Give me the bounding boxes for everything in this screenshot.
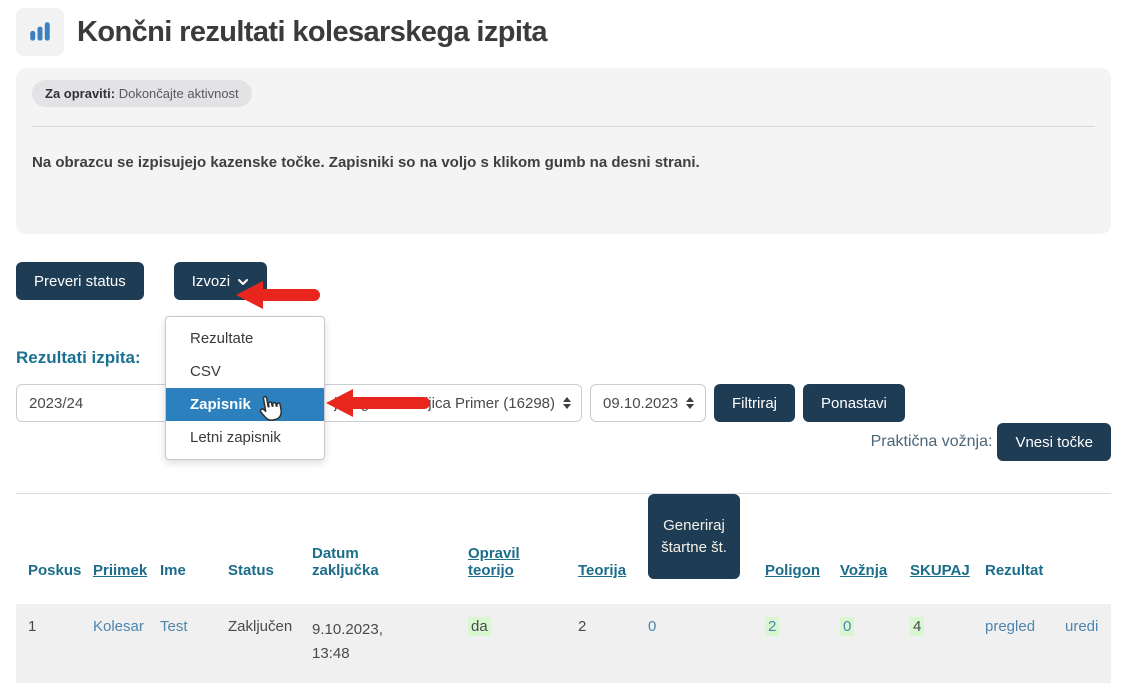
up-down-arrows-icon bbox=[686, 397, 694, 409]
cell-voznja-link[interactable]: 0 bbox=[840, 617, 854, 636]
cell-rezultat-link[interactable]: pregled bbox=[985, 618, 1035, 635]
col-header-datum-zakljucka: Datum zaključka bbox=[312, 545, 468, 589]
cell-skupaj: 4 bbox=[910, 604, 985, 635]
col-header-teorija[interactable]: Teorija bbox=[578, 562, 648, 589]
col-header-uredi bbox=[1065, 579, 1111, 589]
activity-description: Na obrazcu se izpisujejo kazenske točke.… bbox=[32, 154, 1095, 171]
col-header-voznja[interactable]: Vožnja bbox=[840, 562, 910, 589]
menu-item-rezultate[interactable]: Rezultate bbox=[166, 322, 324, 355]
col-header-poskus: Poskus bbox=[28, 562, 93, 589]
date-select[interactable]: 09.10.2023 bbox=[590, 384, 706, 422]
page-title: Končni rezultati kolesarskega izpita bbox=[77, 16, 547, 49]
export-dropdown-menu: Rezultate CSV Zapisnik Letni zapisnik bbox=[165, 316, 325, 460]
practical-driving-label: Praktična vožnja: bbox=[871, 433, 993, 451]
cell-poligon-link[interactable]: 2 bbox=[765, 617, 779, 636]
menu-item-letni-zapisnik[interactable]: Letni zapisnik bbox=[166, 421, 324, 454]
table-row: 1 Kolesar Test Zaključen 9.10.2023, 13:4… bbox=[16, 604, 1111, 683]
generate-start-numbers-button[interactable]: Generiraj štartne št. bbox=[648, 494, 740, 579]
menu-item-zapisnik[interactable]: Zapisnik bbox=[166, 388, 324, 421]
cell-startne-link[interactable]: 0 bbox=[648, 618, 656, 635]
cell-teorija: 2 bbox=[578, 604, 648, 635]
bar-chart-icon bbox=[16, 8, 64, 56]
filter-button[interactable]: Filtriraj bbox=[714, 384, 795, 422]
actions-row: Preveri status Izvozi bbox=[16, 262, 1111, 300]
cell-opravil-teorijo: da bbox=[468, 604, 578, 635]
col-header-ime: Ime bbox=[160, 562, 228, 589]
cell-poskus: 1 bbox=[28, 604, 93, 635]
cell-status: Zaključen bbox=[228, 604, 312, 635]
col-header-poligon[interactable]: Poligon bbox=[765, 562, 840, 589]
red-arrow-icon bbox=[326, 387, 434, 424]
check-status-button[interactable]: Preveri status bbox=[16, 262, 144, 300]
hand-cursor-icon bbox=[256, 394, 284, 429]
todo-badge: Za opraviti: Dokončajte aktivnost bbox=[32, 80, 252, 107]
cell-datum-zakljucka: 9.10.2023, 13:48 bbox=[312, 604, 468, 666]
page-header: Končni rezultati kolesarskega izpita bbox=[16, 8, 1111, 56]
menu-item-csv[interactable]: CSV bbox=[166, 355, 324, 388]
col-header-opravil-teorijo[interactable]: Opravil teorijo bbox=[468, 545, 578, 589]
red-arrow-icon bbox=[236, 279, 324, 316]
table-header-row: Poskus Priimek Ime Status Datum zaključk… bbox=[16, 494, 1111, 589]
reset-button[interactable]: Ponastavi bbox=[803, 384, 905, 422]
cell-uredi-link[interactable]: uredi bbox=[1065, 618, 1098, 635]
col-header-generate: Generiraj štartne št. bbox=[648, 494, 765, 589]
panel-divider bbox=[32, 126, 1095, 127]
col-header-status: Status bbox=[228, 562, 312, 589]
up-down-arrows-icon bbox=[563, 397, 571, 409]
cell-priimek-link[interactable]: Kolesar bbox=[93, 618, 144, 635]
col-header-skupaj[interactable]: SKUPAJ bbox=[910, 562, 985, 589]
export-button-label: Izvozi bbox=[192, 273, 230, 290]
col-header-rezultat: Rezultat bbox=[985, 562, 1065, 589]
todo-badge-text: Dokončajte aktivnost bbox=[119, 86, 239, 101]
todo-badge-label: Za opraviti: bbox=[45, 86, 115, 101]
cell-ime-link[interactable]: Test bbox=[160, 618, 188, 635]
enter-points-button[interactable]: Vnesi točke bbox=[997, 423, 1111, 461]
activity-info-panel: Za opraviti: Dokončajte aktivnost Na obr… bbox=[16, 68, 1111, 234]
col-header-priimek[interactable]: Priimek bbox=[93, 562, 160, 589]
date-value: 09.10.2023 bbox=[603, 395, 678, 412]
